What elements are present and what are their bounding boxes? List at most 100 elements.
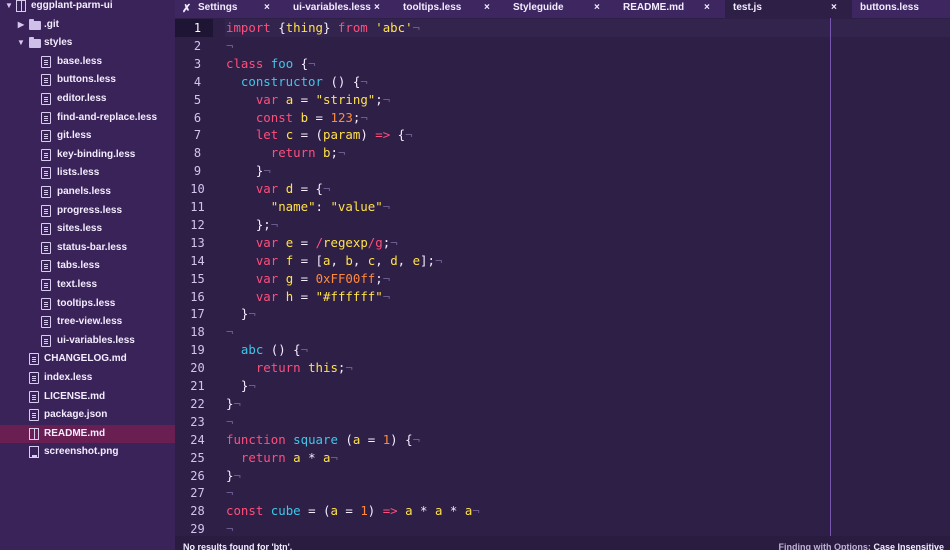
close-icon[interactable]: × [831,0,837,16]
close-icon[interactable]: × [374,0,380,16]
tree-item-sites-less[interactable]: sites.less [0,220,175,238]
tab-styleguide[interactable]: Styleguide × [505,0,615,18]
code-line[interactable]: function square (a = 1) {¬ [226,431,420,449]
code-line[interactable]: return a * a¬ [226,449,338,467]
line-number[interactable]: 8 [175,144,220,162]
tree-item-panels-less[interactable]: panels.less [0,183,175,201]
line-number[interactable]: 1 [175,19,220,37]
line-number[interactable]: 2 [175,37,220,55]
line-number[interactable]: 19 [175,341,220,359]
chevron-right-icon[interactable]: ▶ [16,16,26,34]
code-line[interactable]: constructor () {¬ [226,73,368,91]
code-line[interactable]: var d = {¬ [226,180,331,198]
code-line[interactable]: import {thing} from 'abc'¬ [226,19,420,37]
code-line[interactable]: }¬ [226,467,241,485]
close-icon[interactable]: × [264,0,270,16]
code-line[interactable]: ¬ [226,37,233,55]
code-line[interactable]: return this;¬ [226,359,353,377]
close-icon[interactable]: × [484,0,490,16]
tab-tooltips-less[interactable]: tooltips.less × [395,0,505,18]
code-line[interactable]: ¬ [226,520,233,536]
tree-item-status-bar-less[interactable]: status-bar.less [0,239,175,257]
code-line[interactable]: }¬ [226,305,256,323]
line-number[interactable]: 4 [175,73,220,91]
tree-item-index-less[interactable]: index.less [0,369,175,387]
code-line[interactable]: "name": "value"¬ [226,198,390,216]
line-number[interactable]: 13 [175,234,220,252]
tree-item-screenshot-png[interactable]: screenshot.png [0,443,175,461]
line-number[interactable]: 22 [175,395,220,413]
close-icon[interactable]: × [594,0,600,16]
line-number[interactable]: 17 [175,305,220,323]
line-number[interactable]: 28 [175,502,220,520]
code-line[interactable]: var e = /regexp/g;¬ [226,234,398,252]
code-line[interactable]: var h = "#ffffff"¬ [226,288,390,306]
code-line[interactable]: return b;¬ [226,144,346,162]
code-line[interactable]: }¬ [226,377,256,395]
tree-item-key-binding-less[interactable]: key-binding.less [0,146,175,164]
code-line[interactable]: ¬ [226,323,233,341]
line-number[interactable]: 9 [175,162,220,180]
tree-item-tree-view-less[interactable]: tree-view.less [0,313,175,331]
code-line[interactable]: };¬ [226,216,278,234]
tree-item-buttons-less[interactable]: buttons.less [0,71,175,89]
line-number[interactable]: 3 [175,55,220,73]
tree-view[interactable]: ▼ eggplant-parm-ui ▶ .git ▼ styles base.less bu… [0,0,175,550]
tree-item-base-less[interactable]: base.less [0,53,175,71]
line-number-gutter[interactable]: 1 2 3 4 5 6 7 8 9 10 11 12 13 14 15 16 17 18 19 20 21 22 23 24 2… [175,18,225,536]
code-editor[interactable]: 1 2 3 4 5 6 7 8 9 10 11 12 13 14 15 16 17 18 19 20 21 22 23 24 2… [175,18,950,536]
line-number[interactable]: 25 [175,449,220,467]
tree-item-styles[interactable]: ▼ styles [0,34,175,52]
code-line[interactable]: }¬ [226,395,241,413]
tree-item-readme-md[interactable]: README.md [0,424,175,443]
tab-test-js[interactable]: test.js × [725,0,852,18]
code-line[interactable]: var g = 0xFF00ff;¬ [226,270,390,288]
tree-item-git-less[interactable]: git.less [0,127,175,145]
tab-ui-variables-less[interactable]: ui-variables.less × [285,0,395,18]
code-line[interactable]: const cube = (a = 1) => a * a * a¬ [226,502,480,520]
line-number[interactable]: 7 [175,126,220,144]
tab-buttons-less[interactable]: buttons.less [852,0,950,18]
tab-readme-md[interactable]: README.md × [615,0,725,18]
chevron-down-icon[interactable]: ▼ [16,34,26,52]
line-number[interactable]: 27 [175,484,220,502]
line-number[interactable]: 20 [175,359,220,377]
tree-item-tabs-less[interactable]: tabs.less [0,257,175,275]
line-number[interactable]: 23 [175,413,220,431]
tree-item-package-json[interactable]: package.json [0,406,175,424]
chevron-down-icon[interactable]: ▼ [4,0,14,15]
tree-item-tooltips-less[interactable]: tooltips.less [0,295,175,313]
tree-item-find-and-replace-less[interactable]: find-and-replace.less [0,109,175,127]
code-line[interactable]: }¬ [226,162,271,180]
line-number[interactable]: 24 [175,431,220,449]
line-number[interactable]: 14 [175,252,220,270]
code-line[interactable]: abc () {¬ [226,341,308,359]
line-number[interactable]: 18 [175,323,220,341]
code-line[interactable]: var a = "string";¬ [226,91,390,109]
tree-item-changelog-md[interactable]: CHANGELOG.md [0,350,175,368]
tree-item-text-less[interactable]: text.less [0,276,175,294]
tree-item-progress-less[interactable]: progress.less [0,202,175,220]
code-line[interactable]: class foo {¬ [226,55,316,73]
line-number[interactable]: 10 [175,180,220,198]
tree-item-ui-variables-less[interactable]: ui-variables.less [0,332,175,350]
line-number[interactable]: 11 [175,198,220,216]
line-number[interactable]: 6 [175,109,220,127]
code-line[interactable]: const b = 123;¬ [226,109,368,127]
code-line[interactable]: ¬ [226,484,233,502]
line-number[interactable]: 16 [175,288,220,306]
code-line[interactable]: let c = (param) => {¬ [226,126,413,144]
line-number[interactable]: 26 [175,467,220,485]
tree-item-eggplant-parm-ui[interactable]: ▼ eggplant-parm-ui [0,0,175,15]
code-line[interactable]: var f = [a, b, c, d, e];¬ [226,252,443,270]
tree-item-license-md[interactable]: LICENSE.md [0,388,175,406]
find-options-status[interactable]: Finding with Options: Case Insensitive [778,540,944,550]
code-line[interactable]: ¬ [226,413,233,431]
line-number[interactable]: 5 [175,91,220,109]
line-number[interactable]: 29 [175,520,220,536]
line-number[interactable]: 21 [175,377,220,395]
tab-settings[interactable]: ✗ Settings × [175,0,285,18]
close-icon[interactable]: × [704,0,710,16]
tree-item-git[interactable]: ▶ .git [0,16,175,34]
line-number[interactable]: 15 [175,270,220,288]
